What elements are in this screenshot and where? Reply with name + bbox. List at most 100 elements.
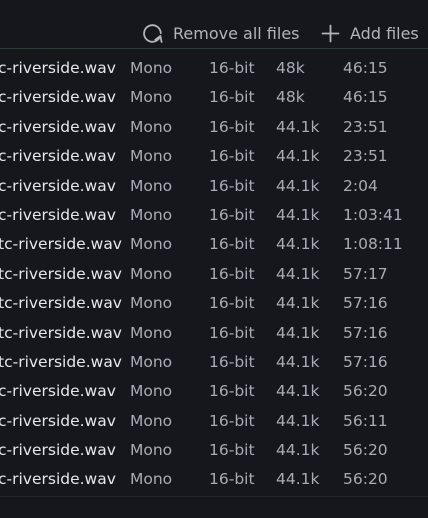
file-bit-depth: 16-bit — [209, 470, 255, 489]
file-row[interactable]: tc-riverside.wav Mono 16-bit 44.1k 57:16 — [0, 289, 428, 318]
file-list-panel: Remove all files Add files c-riverside.w… — [0, 0, 428, 518]
file-channels: Mono — [130, 88, 173, 107]
file-channels: Mono — [130, 411, 173, 430]
file-sample-rate: 44.1k — [276, 264, 320, 283]
file-sample-rate: 44.1k — [276, 205, 320, 224]
file-sample-rate: 48k — [276, 88, 305, 107]
file-duration: 57:16 — [343, 352, 388, 371]
file-name: c-riverside.wav — [0, 147, 116, 166]
file-channels: Mono — [130, 176, 173, 195]
file-bit-depth: 16-bit — [209, 205, 255, 224]
file-row[interactable]: c-riverside.wav Mono 16-bit 44.1k 56:11 — [0, 407, 428, 436]
remove-all-files-label: Remove all files — [173, 23, 300, 43]
file-row[interactable]: c-riverside.wav Mono 16-bit 44.1k 23:51 — [0, 113, 428, 142]
file-duration: 23:51 — [343, 117, 388, 136]
file-channels: Mono — [130, 470, 173, 489]
file-name: tc-riverside.wav — [0, 323, 122, 342]
file-channels: Mono — [130, 352, 173, 371]
file-bit-depth: 16-bit — [209, 382, 255, 401]
file-sample-rate: 44.1k — [276, 235, 320, 254]
file-sample-rate: 44.1k — [276, 323, 320, 342]
file-sample-rate: 44.1k — [276, 470, 320, 489]
file-duration: 57:17 — [343, 264, 388, 283]
file-bit-depth: 16-bit — [209, 176, 255, 195]
refresh-icon — [141, 22, 173, 45]
file-name: c-riverside.wav — [0, 88, 116, 107]
file-bit-depth: 16-bit — [209, 352, 255, 371]
file-bit-depth: 16-bit — [209, 323, 255, 342]
file-name: c-riverside.wav — [0, 59, 116, 77]
file-name: c-riverside.wav — [0, 441, 116, 460]
file-bit-depth: 16-bit — [209, 59, 255, 77]
file-name: c-riverside.wav — [0, 470, 116, 489]
file-name: c-riverside.wav — [0, 117, 116, 136]
file-channels: Mono — [130, 117, 173, 136]
list-bottom-divider — [0, 496, 428, 497]
file-name: tc-riverside.wav — [0, 264, 122, 283]
file-duration: 57:16 — [343, 323, 388, 342]
file-sample-rate: 48k — [276, 59, 305, 77]
file-channels: Mono — [130, 205, 173, 224]
file-sample-rate: 44.1k — [276, 147, 320, 166]
remove-all-files-button[interactable]: Remove all files — [141, 18, 300, 48]
file-name: tc-riverside.wav — [0, 235, 122, 254]
file-sample-rate: 44.1k — [276, 294, 320, 313]
file-duration: 1:08:11 — [343, 235, 403, 254]
file-sample-rate: 44.1k — [276, 176, 320, 195]
file-bit-depth: 16-bit — [209, 235, 255, 254]
file-row[interactable]: c-riverside.wav Mono 16-bit 44.1k 56:20 — [0, 436, 428, 465]
toolbar-divider — [0, 48, 428, 49]
file-row[interactable]: c-riverside.wav Mono 16-bit 48k 46:15 — [0, 83, 428, 112]
file-row[interactable]: tc-riverside.wav Mono 16-bit 44.1k 1:08:… — [0, 230, 428, 259]
file-sample-rate: 44.1k — [276, 411, 320, 430]
file-duration: 2:04 — [343, 176, 378, 195]
file-row[interactable]: c-riverside.wav Mono 16-bit 44.1k 56:20 — [0, 465, 428, 494]
file-row[interactable]: tc-riverside.wav Mono 16-bit 44.1k 57:17 — [0, 260, 428, 289]
file-duration: 23:51 — [343, 147, 388, 166]
file-channels: Mono — [130, 294, 173, 313]
file-table: c-riverside.wav Mono 16-bit 48k 46:15 c-… — [0, 54, 428, 495]
file-channels: Mono — [130, 264, 173, 283]
file-bit-depth: 16-bit — [209, 264, 255, 283]
file-bit-depth: 16-bit — [209, 294, 255, 313]
file-row[interactable]: c-riverside.wav Mono 16-bit 44.1k 56:20 — [0, 377, 428, 406]
file-duration: 46:15 — [343, 88, 388, 107]
file-duration: 56:20 — [343, 441, 388, 460]
file-row[interactable]: c-riverside.wav Mono 16-bit 48k 46:15 — [0, 54, 428, 83]
file-bit-depth: 16-bit — [209, 411, 255, 430]
file-duration: 46:15 — [343, 59, 388, 77]
file-sample-rate: 44.1k — [276, 117, 320, 136]
add-files-label: Add files — [350, 23, 419, 43]
file-name: c-riverside.wav — [0, 411, 116, 430]
file-row[interactable]: c-riverside.wav Mono 16-bit 44.1k 23:51 — [0, 142, 428, 171]
file-bit-depth: 16-bit — [209, 117, 255, 136]
file-row[interactable]: c-riverside.wav Mono 16-bit 44.1k 2:04 — [0, 172, 428, 201]
file-sample-rate: 44.1k — [276, 441, 320, 460]
file-name: tc-riverside.wav — [0, 294, 122, 313]
file-name: c-riverside.wav — [0, 382, 116, 401]
file-row[interactable]: tc-riverside.wav Mono 16-bit 44.1k 57:16 — [0, 348, 428, 377]
file-name: c-riverside.wav — [0, 176, 116, 195]
file-bit-depth: 16-bit — [209, 441, 255, 460]
file-row[interactable]: tc-riverside.wav Mono 16-bit 44.1k 57:16 — [0, 319, 428, 348]
file-channels: Mono — [130, 441, 173, 460]
file-channels: Mono — [130, 323, 173, 342]
file-duration: 1:03:41 — [343, 205, 403, 224]
file-duration: 57:16 — [343, 294, 388, 313]
file-bit-depth: 16-bit — [209, 88, 255, 107]
plus-icon — [320, 23, 350, 44]
file-channels: Mono — [130, 235, 173, 254]
file-channels: Mono — [130, 59, 173, 77]
file-row[interactable]: c-riverside.wav Mono 16-bit 44.1k 1:03:4… — [0, 201, 428, 230]
file-duration: 56:11 — [343, 411, 388, 430]
file-name: c-riverside.wav — [0, 205, 116, 224]
file-sample-rate: 44.1k — [276, 382, 320, 401]
file-duration: 56:20 — [343, 382, 388, 401]
file-toolbar: Remove all files Add files — [0, 18, 428, 48]
file-bit-depth: 16-bit — [209, 147, 255, 166]
file-channels: Mono — [130, 382, 173, 401]
file-name: tc-riverside.wav — [0, 352, 122, 371]
add-files-button[interactable]: Add files — [320, 18, 419, 48]
file-sample-rate: 44.1k — [276, 352, 320, 371]
file-channels: Mono — [130, 147, 173, 166]
